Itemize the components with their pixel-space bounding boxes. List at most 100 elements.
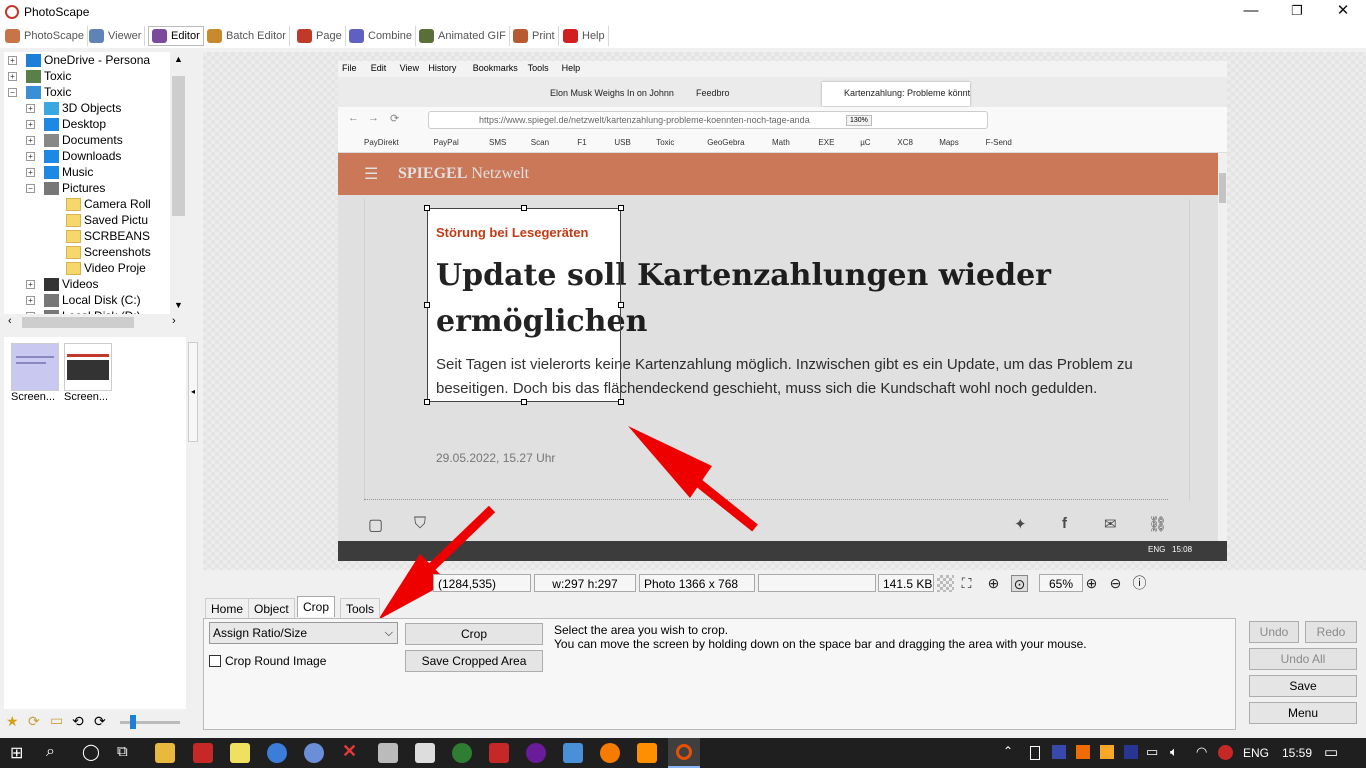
transparency-grid-icon[interactable] <box>937 575 954 592</box>
tray-app-orange-icon[interactable] <box>1076 745 1090 759</box>
taskbar-app-cloud-icon[interactable] <box>563 743 583 763</box>
crop-round-checkbox[interactable] <box>209 655 221 667</box>
crop-handle-w[interactable] <box>424 302 430 308</box>
crop-handle-ne[interactable] <box>618 205 624 211</box>
tree-item[interactable]: SCRBEANS <box>66 228 150 244</box>
expand-icon[interactable]: + <box>26 167 35 177</box>
collapse-icon[interactable]: − <box>26 183 35 193</box>
thumbnail-size-slider[interactable] <box>120 721 180 724</box>
expand-icon[interactable]: + <box>26 295 35 305</box>
crop-handle-sw[interactable] <box>424 399 430 405</box>
thumbnail-size-slider-thumb[interactable] <box>130 715 136 729</box>
tree-item[interactable]: + Videos <box>26 276 98 292</box>
forward-arrow-icon[interactable]: ⟳ <box>94 713 106 730</box>
task-view-icon[interactable]: ⧉ <box>117 743 128 760</box>
scroll-down-icon[interactable]: ▼ <box>174 300 183 310</box>
expand-icon[interactable]: + <box>26 135 35 145</box>
tab-object[interactable]: Object <box>248 598 295 618</box>
tree-item[interactable]: + OneDrive - Persona <box>8 52 150 68</box>
taskbar-app-pdf-icon[interactable] <box>489 743 509 763</box>
search-icon[interactable]: ⌕ <box>46 743 55 761</box>
save-cropped-area-button[interactable]: Save Cropped Area <box>405 650 543 672</box>
main-tab-print[interactable]: Print <box>510 26 559 46</box>
tree-item[interactable]: − Toxic <box>8 84 71 100</box>
main-tab-editor[interactable]: Editor <box>148 26 204 46</box>
tree-item[interactable]: − Pictures <box>26 180 105 196</box>
zoom-in-icon[interactable]: ⊕ <box>1083 575 1100 592</box>
taskbar-app-search-orange-icon[interactable] <box>637 743 657 763</box>
expand-icon[interactable]: + <box>26 151 35 161</box>
main-tab-page[interactable]: Page <box>294 26 346 46</box>
thumbnail-1[interactable] <box>11 343 59 391</box>
expand-icon[interactable]: + <box>26 103 35 113</box>
tree-item[interactable]: Video Proje <box>66 260 146 276</box>
main-tab-help[interactable]: Help <box>560 26 609 46</box>
thumbnail-2[interactable] <box>64 343 112 391</box>
main-tab-animated-gif[interactable]: Animated GIF <box>416 26 510 46</box>
tree-item[interactable]: Camera Roll <box>66 196 151 212</box>
redo-button[interactable]: Redo <box>1305 621 1357 643</box>
crop-handle-s[interactable] <box>521 399 527 405</box>
crop-selection[interactable] <box>424 205 624 405</box>
folder-tree[interactable]: + OneDrive - Persona + Toxic − Toxic +3D Objec… <box>4 52 186 314</box>
tab-home[interactable]: Home <box>205 598 250 618</box>
minimize-button[interactable]: — <box>1228 0 1274 24</box>
tree-item[interactable]: + Music <box>26 164 93 180</box>
menu-button[interactable]: Menu <box>1249 702 1357 724</box>
scroll-right-icon[interactable]: › <box>172 315 176 327</box>
tree-horizontal-scrollbar[interactable]: ‹ › <box>4 314 186 331</box>
collapse-icon[interactable]: − <box>8 87 17 97</box>
taskbar-app-globe-icon[interactable] <box>304 743 324 763</box>
photoscape-taskbar-button[interactable] <box>668 738 700 768</box>
tree-item[interactable]: + Documents <box>26 132 123 148</box>
taskbar-app-check-icon[interactable] <box>415 743 435 763</box>
crop-handle-nw[interactable] <box>424 205 430 211</box>
taskbar-app-x-icon[interactable]: ✕ <box>342 741 357 762</box>
fit-screen-icon[interactable]: ⛶ <box>958 575 975 592</box>
tray-app-icon[interactable] <box>1052 745 1066 759</box>
wifi-icon[interactable]: ◠ <box>1196 744 1207 760</box>
favorite-star-icon[interactable]: ★ <box>6 713 19 730</box>
tray-app-blue-icon[interactable] <box>1124 745 1138 759</box>
taskbar-app-red-icon[interactable] <box>193 743 213 763</box>
crop-handle-e[interactable] <box>618 302 624 308</box>
cortana-icon[interactable]: ◯ <box>82 742 100 762</box>
tray-overflow-icon[interactable]: ⌃ <box>1003 744 1013 758</box>
file-explorer-icon[interactable] <box>155 743 175 763</box>
crop-handle-n[interactable] <box>521 205 527 211</box>
zoom-out-icon[interactable]: ⊖ <box>1107 575 1124 592</box>
expand-icon[interactable]: + <box>26 119 35 129</box>
expand-icon[interactable]: + <box>26 279 35 289</box>
expand-icon[interactable]: + <box>8 55 17 65</box>
tree-item[interactable]: + Local Disk (C:) <box>26 292 141 308</box>
tree-item[interactable]: Screenshots <box>66 244 151 260</box>
taskbar-app-green-icon[interactable] <box>452 743 472 763</box>
tree-vertical-scrollbar[interactable]: ▲ ▼ <box>170 52 186 314</box>
volume-icon[interactable]: 🔈︎ <box>1170 744 1178 760</box>
collapse-pane-handle[interactable]: ◂ <box>188 342 198 442</box>
ratio-size-select[interactable]: Assign Ratio/Size ⌵ <box>209 622 398 644</box>
expand-icon[interactable]: + <box>8 71 17 81</box>
back-arrow-icon[interactable]: ⟲ <box>72 713 84 730</box>
maximize-button[interactable]: ❐ <box>1274 0 1320 24</box>
undo-button[interactable]: Undo <box>1249 621 1299 643</box>
scroll-left-icon[interactable]: ‹ <box>8 315 12 327</box>
tree-item[interactable]: Saved Pictu <box>66 212 148 228</box>
tray-app-yellow-icon[interactable] <box>1100 745 1114 759</box>
taskbar-app-purple-icon[interactable] <box>526 743 546 763</box>
tree-item[interactable]: + Desktop <box>26 116 106 132</box>
main-tab-photoscape[interactable]: PhotoScape <box>2 26 88 46</box>
tray-usb-icon[interactable] <box>1030 746 1040 760</box>
close-button[interactable]: ✕ <box>1320 0 1366 24</box>
zoom-fit-icon[interactable]: ⊙ <box>1011 575 1028 592</box>
battery-icon[interactable]: ▭ <box>1146 744 1158 760</box>
windows-start-icon[interactable]: ⊞ <box>10 743 23 763</box>
open-folder-icon[interactable]: ▭ <box>50 712 63 729</box>
tree-item[interactable]: + Toxic <box>8 68 71 84</box>
tree-item[interactable]: +3D Objects <box>26 100 121 116</box>
main-tab-viewer[interactable]: Viewer <box>86 26 146 46</box>
calculator-icon[interactable] <box>378 743 398 763</box>
tree-item[interactable]: + Downloads <box>26 148 121 164</box>
main-tab-combine[interactable]: Combine <box>346 26 417 46</box>
notification-icon[interactable]: ▭ <box>1324 743 1338 761</box>
